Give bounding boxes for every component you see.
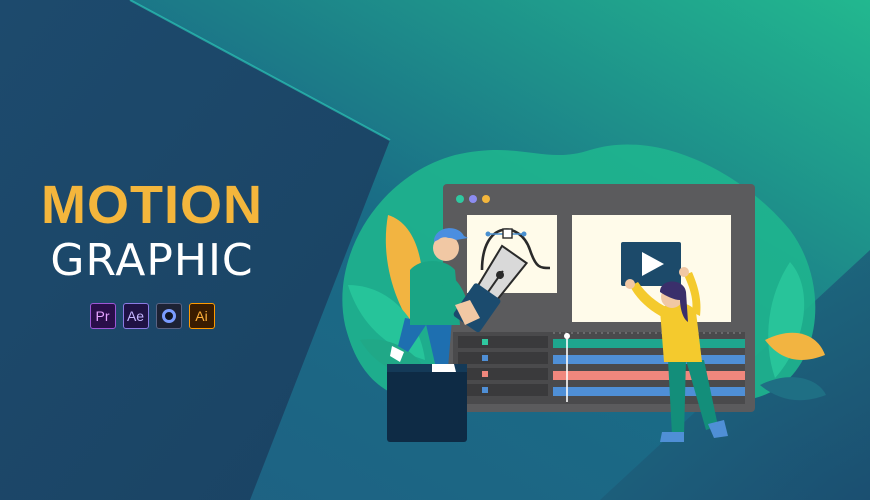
stool [387, 364, 467, 442]
headline-motion: MOTION [41, 175, 263, 235]
headline-graphic: GRAPHIC [50, 235, 254, 286]
window-dot-green [456, 195, 464, 203]
app-icons: Pr Ae Ai [22, 303, 282, 329]
cinema-4d-icon [155, 303, 182, 329]
headline: MOTION GRAPHIC Pr Ae Ai [22, 175, 282, 329]
window-dot-yellow [482, 195, 490, 203]
premiere-pro-icon: Pr [89, 303, 116, 329]
window-dot-purple [469, 195, 477, 203]
banner: MOTION GRAPHIC Pr Ae Ai [0, 0, 870, 500]
illustrator-icon: Ai [188, 303, 215, 329]
after-effects-icon: Ae [122, 303, 149, 329]
